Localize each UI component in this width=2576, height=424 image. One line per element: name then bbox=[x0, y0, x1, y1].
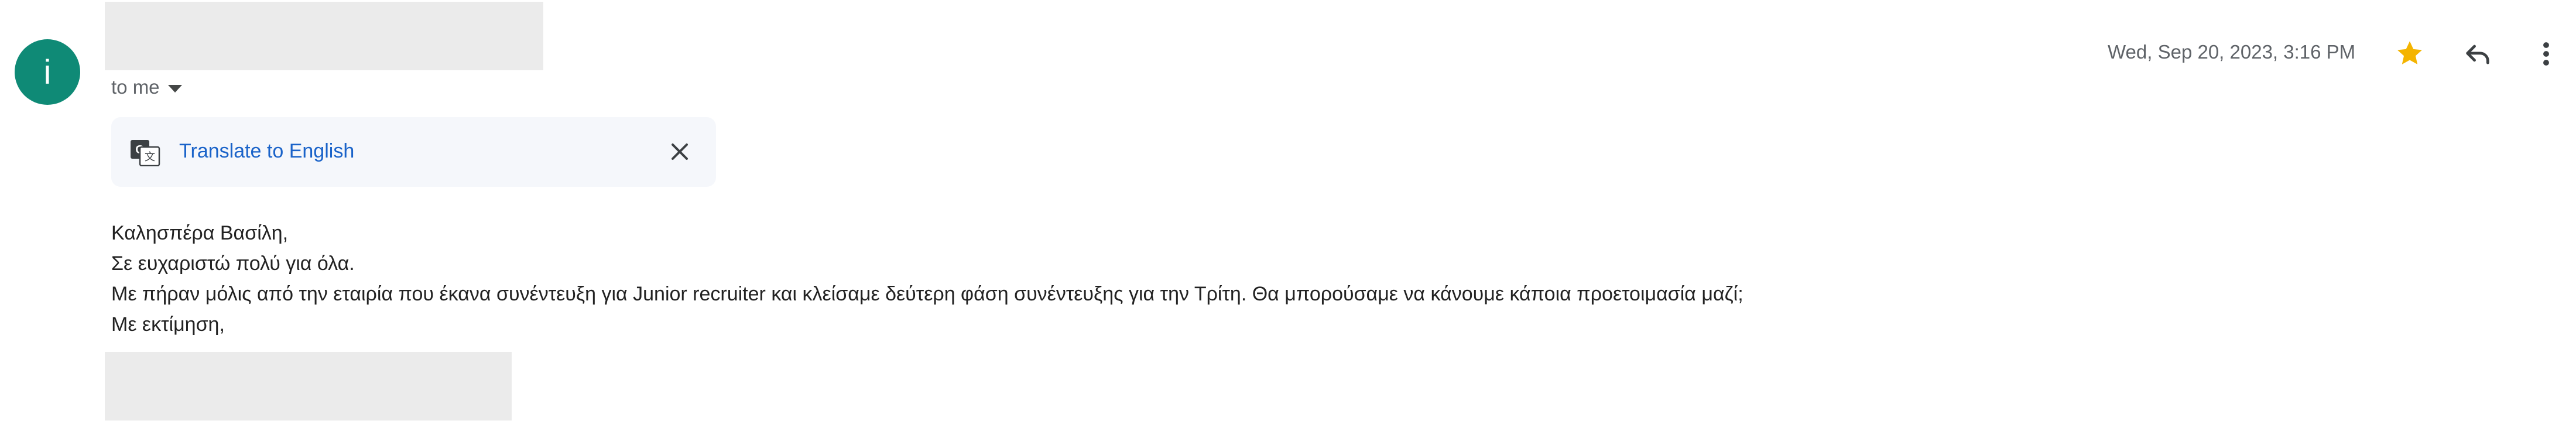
redacted-sender-name bbox=[105, 2, 543, 70]
body-closing: Με εκτίμηση, bbox=[111, 313, 225, 336]
caret-down-icon bbox=[167, 84, 182, 93]
message-body: Καλησπέρα Βασίλη, Σε ευχαριστώ πολύ για … bbox=[111, 218, 1743, 340]
body-line: Σε ευχαριστώ πολύ για όλα. bbox=[111, 252, 355, 275]
recipient-details-toggle[interactable]: to me bbox=[111, 76, 182, 98]
close-icon[interactable] bbox=[667, 139, 692, 164]
avatar[interactable]: i bbox=[15, 39, 80, 105]
svg-text:文: 文 bbox=[145, 151, 155, 163]
recipient-label: to me bbox=[111, 76, 160, 98]
translate-bar: G 文 Translate to English bbox=[111, 117, 716, 187]
more-vert-icon[interactable] bbox=[2537, 39, 2555, 69]
star-icon[interactable] bbox=[2395, 38, 2425, 69]
message-date: Wed, Sep 20, 2023, 3:16 PM bbox=[2108, 41, 2356, 63]
body-line: Με πήραν μόλις από την εταιρία που έκανα… bbox=[111, 283, 1743, 305]
avatar-letter: i bbox=[43, 53, 52, 91]
reply-icon[interactable] bbox=[2462, 39, 2493, 69]
body-greeting: Καλησπέρα Βασίλη, bbox=[111, 222, 289, 244]
redacted-signature bbox=[105, 352, 512, 420]
translate-to-english-link[interactable]: Translate to English bbox=[179, 140, 354, 163]
translate-icon: G 文 bbox=[131, 140, 160, 166]
